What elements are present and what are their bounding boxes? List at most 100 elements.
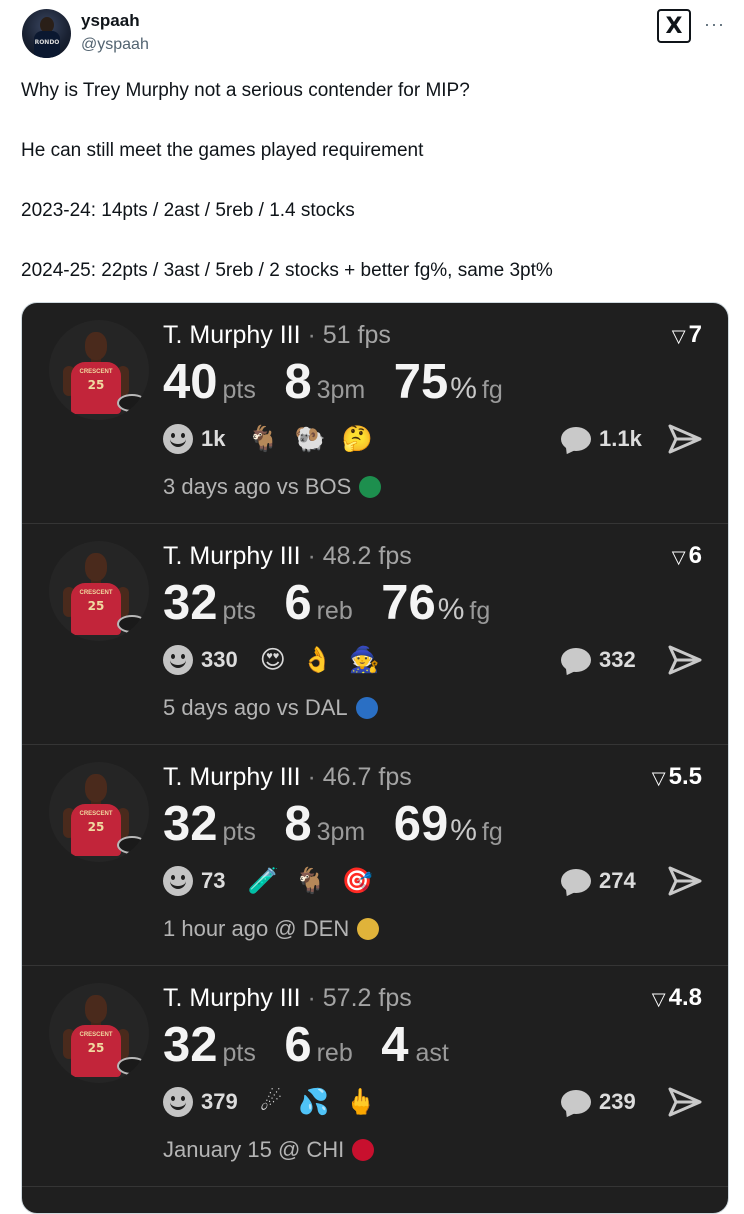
rank-badge[interactable]: ▽ 6 [672,542,702,570]
rank-badge[interactable]: ▽ 7 [672,321,702,349]
x-logo-icon[interactable]: X [657,9,691,43]
stat-label: reb [316,1039,353,1067]
stat-entry[interactable]: CRESCENT 25 T. Murphy III · 51 fps ▽ 7 40… [22,303,728,524]
comment-bubble-icon [561,1090,591,1114]
goat-emoji[interactable]: 🐐 [295,866,326,896]
reactions-row[interactable]: 379 ☄ 💦 🖕 [163,1087,384,1117]
game-time-opponent: 1 hour ago @ DEN [163,916,350,941]
stat-pct: % [450,814,477,847]
game-time-opponent: 3 days ago vs BOS [163,474,352,499]
share-arrow-icon[interactable] [668,1087,702,1117]
share-arrow-icon[interactable] [668,866,702,896]
celtics-logo [359,476,382,498]
x-logo-text: X [665,13,683,39]
reaction-count: 73 [201,868,226,893]
fps-score: 46.7 fps [322,763,412,791]
stat-3: 4 ast [381,1018,449,1072]
jersey-word: CRESCENT [79,590,113,596]
rank-value: 6 [688,542,702,569]
player-face [85,553,107,581]
sweat-droplets-emoji[interactable]: 💦 [298,1087,329,1117]
game-time-opponent: 5 days ago vs DAL [163,695,348,720]
bulls-logo [352,1139,375,1161]
bullseye-emoji[interactable]: 🎯 [342,866,373,896]
stat-value: 69 [393,797,449,851]
author-avatar[interactable]: RONDO [22,9,71,58]
ok-hand-emoji[interactable]: 👌 [302,645,333,675]
stat-label: 3pm [316,818,366,846]
jersey-word: CRESCENT [79,1032,113,1038]
smiley-icon[interactable] [163,1087,193,1117]
player-name-line: T. Murphy III · 48.2 fps [163,542,412,571]
rank-badge[interactable]: ▽ 5.5 [652,763,702,791]
fps-score: 51 fps [322,321,391,349]
author-display-name[interactable]: yspaah [81,11,140,31]
smiley-icon[interactable] [163,866,193,896]
heart-eyes-emoji[interactable]: 😍 [260,645,286,675]
comments-button[interactable]: 274 [561,866,636,896]
separator: · [307,321,316,349]
jersey-word: CRESCENT [79,369,113,375]
stat-entry[interactable]: CRESCENT 25 T. Murphy III · 46.7 fps ▽ 5.… [22,745,728,966]
rank-value: 7 [688,321,702,348]
player-photo: CRESCENT 25 [49,320,149,420]
goat-emoji[interactable]: 🐐 [247,424,278,454]
stat-value: 76 [381,576,436,630]
stat-value: 32 [163,1018,218,1072]
share-arrow-icon[interactable] [668,424,702,454]
rank-badge[interactable]: ▽ 4.8 [652,984,702,1012]
test-tube-emoji[interactable]: 🧪 [247,866,278,896]
game-info: 1 hour ago @ DEN [163,916,380,942]
stat-label: reb [316,597,353,625]
jersey-number: 25 [87,378,105,392]
avatar-jersey: RONDO [34,31,60,58]
reactions-row[interactable]: 73 🧪 🐐 🎯 [163,866,381,896]
stat-label: fg [481,818,503,846]
smiley-icon[interactable] [163,645,193,675]
game-info: 5 days ago vs DAL [163,695,378,721]
embedded-stats-card[interactable]: CRESCENT 25 T. Murphy III · 51 fps ▽ 7 40… [21,302,729,1214]
comment-bubble-icon [561,648,591,672]
pelicans-logo-icon [117,615,147,633]
stat-2: 8 3pm [284,797,365,851]
comments-button[interactable]: 332 [561,645,636,675]
comment-bubble-icon [561,427,591,451]
player-photo: CRESCENT 25 [49,762,149,862]
jersey-word: CRESCENT [79,811,113,817]
comet-emoji[interactable]: ☄ [260,1087,282,1117]
middle-finger-emoji[interactable]: 🖕 [345,1087,376,1117]
stat-1: 40 pts [163,355,256,409]
player-photo: CRESCENT 25 [49,983,149,1083]
reaction-count: 330 [201,647,238,672]
comments-button[interactable]: 1.1k [561,424,642,454]
tweet-line: He can still meet the games played requi… [21,140,424,161]
player-name: T. Murphy III [163,984,301,1012]
thinking-face-emoji[interactable]: 🤔 [342,424,373,454]
comment-count: 332 [599,647,636,672]
reactions-row[interactable]: 330 😍 👌 🧙 [163,645,388,675]
stat-value: 6 [284,576,312,630]
player-face [85,774,107,802]
reactions-row[interactable]: 1k 🐐 🐏 🤔 [163,424,381,454]
ram-emoji[interactable]: 🐏 [295,424,326,454]
share-arrow-icon[interactable] [668,645,702,675]
stat-label: pts [222,376,256,404]
player-name-line: T. Murphy III · 46.7 fps [163,763,412,792]
stat-entry[interactable]: CRESCENT 25 T. Murphy III · 48.2 fps ▽ 6 … [22,524,728,745]
game-info: January 15 @ CHI [163,1137,375,1163]
character-emoji[interactable]: 🧙 [349,645,380,675]
comments-button[interactable]: 239 [561,1087,636,1117]
more-options-icon[interactable]: ··· [704,14,725,35]
stat-label: 3pm [316,376,366,404]
rank-value: 4.8 [668,984,702,1011]
stat-value: 6 [284,1018,312,1072]
stat-label: pts [222,818,256,846]
stat-label: fg [469,597,491,625]
fps-score: 48.2 fps [322,542,412,570]
player-face [85,332,107,360]
game-time-opponent: January 15 @ CHI [163,1137,345,1162]
smiley-icon[interactable] [163,424,193,454]
stat-entry[interactable]: CRESCENT 25 T. Murphy III · 57.2 fps ▽ 4.… [22,966,728,1187]
author-handle[interactable]: @yspaah [81,36,149,54]
pelicans-logo-icon [117,836,147,854]
